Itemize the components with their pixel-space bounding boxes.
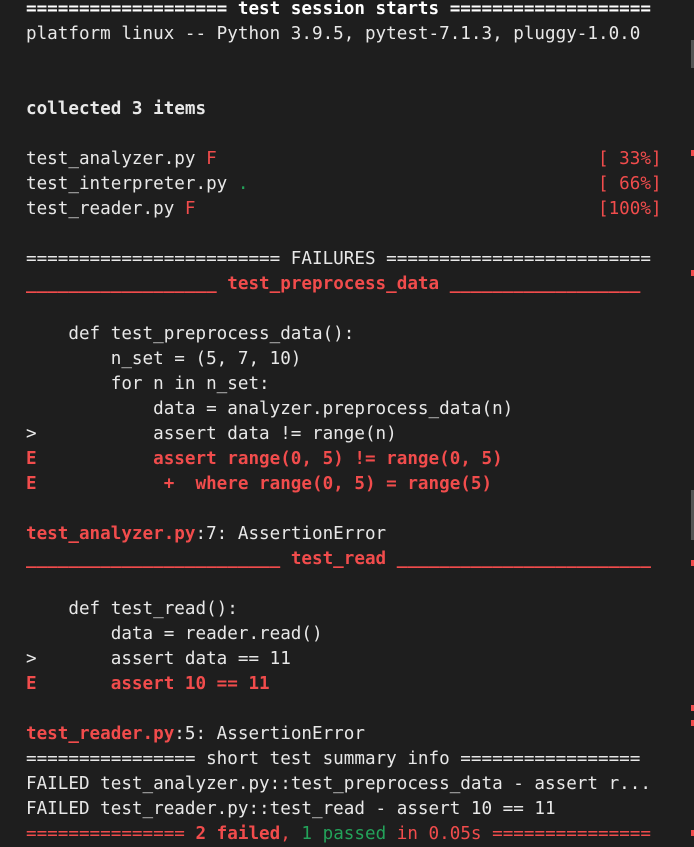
session-start-rule: =================== test session starts … <box>26 0 651 19</box>
final-rule-left: =============== <box>26 824 196 844</box>
summary-failed-line: FAILED test_analyzer.py::test_preprocess… <box>26 774 651 794</box>
header-rule-left: ________________________ <box>26 549 291 569</box>
failure-test-name: test_preprocess_data <box>227 274 440 294</box>
summary-rule: ================ short test summary info… <box>26 749 641 769</box>
code-line: data = reader.read() <box>26 624 323 644</box>
code-line: n_set = (5, 7, 10) <box>26 349 302 369</box>
collected-count: collected 3 items <box>26 99 207 119</box>
failure-location-message: :5: AssertionError <box>174 724 365 744</box>
result-percent: [ 33%] <box>598 149 662 169</box>
code-line: for n in n_set: <box>26 374 270 394</box>
result-percent: [ 66%] <box>598 174 662 194</box>
failure-header-preprocess: __________________ test_preprocess_data … <box>26 272 640 297</box>
failure-test-name: test_read <box>290 549 387 569</box>
final-result-line: =============== 2 failed, 1 passed in 0.… <box>26 822 651 847</box>
failures-rule: ======================== FAILURES ======… <box>26 249 651 269</box>
header-rule-left: __________________ <box>26 274 228 294</box>
result-row-interpreter: test_interpreter.py . <box>26 172 248 197</box>
final-rule-right: =============== <box>481 824 651 844</box>
result-mark-failed: F <box>206 149 217 169</box>
failure-location-file: test_analyzer.py <box>26 524 196 544</box>
error-line: E assert range(0, 5) != range(0, 5) <box>26 449 503 469</box>
code-line: def test_preprocess_data(): <box>26 324 355 344</box>
error-line: E assert 10 == 11 <box>26 674 270 694</box>
code-line: def test_read(): <box>26 599 238 619</box>
result-file: test_analyzer.py <box>26 149 196 169</box>
failed-count: 2 failed <box>195 824 281 844</box>
code-line: data = analyzer.preprocess_data(n) <box>26 399 514 419</box>
header-rule-right: __________________ <box>439 274 641 294</box>
terminal-output: =================== test session starts … <box>0 0 694 847</box>
failure-location: test_analyzer.py:7: AssertionError <box>26 522 386 547</box>
passed-count: 1 passed <box>301 824 387 844</box>
code-line-failing: > assert data != range(n) <box>26 424 397 444</box>
code-line-failing: > assert data == 11 <box>26 649 291 669</box>
result-percent: [100%] <box>598 199 662 219</box>
header-rule-right: ________________________ <box>386 549 651 569</box>
failure-header-read: ________________________ test_read _____… <box>26 547 651 572</box>
failure-location-file: test_reader.py <box>26 724 175 744</box>
result-file: test_reader.py <box>26 199 175 219</box>
result-row-reader: test_reader.py F <box>26 197 195 222</box>
final-comma: , <box>280 824 302 844</box>
platform-info: platform linux -- Python 3.9.5, pytest-7… <box>26 24 641 44</box>
result-row-analyzer: test_analyzer.py F <box>26 147 217 172</box>
result-file: test_interpreter.py <box>26 174 228 194</box>
failure-location-message: :7: AssertionError <box>195 524 387 544</box>
result-mark-failed: F <box>184 199 196 219</box>
final-duration: in 0.05s <box>386 824 482 844</box>
failure-location: test_reader.py:5: AssertionError <box>26 722 365 747</box>
error-line: E + where range(0, 5) = range(5) <box>26 474 493 494</box>
result-mark-passed: . <box>237 174 249 194</box>
summary-failed-line: FAILED test_reader.py::test_read - asser… <box>26 799 556 819</box>
